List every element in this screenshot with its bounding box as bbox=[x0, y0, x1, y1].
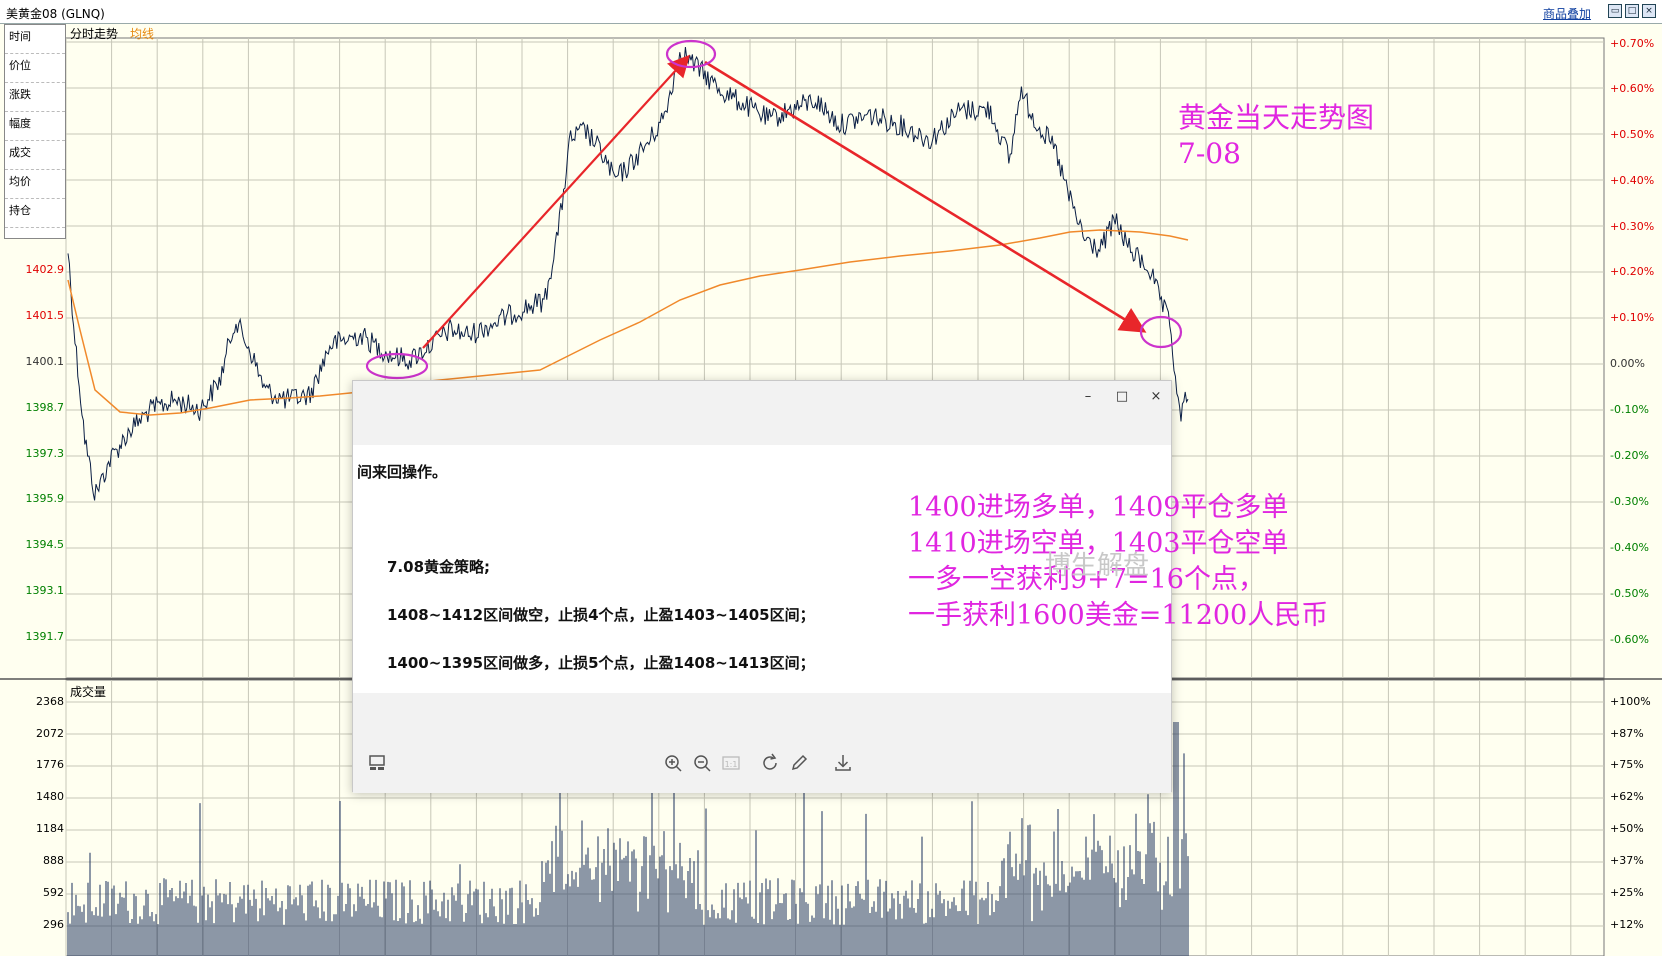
exit-circle-short bbox=[1139, 315, 1183, 349]
volume-tick-label: 1184 bbox=[36, 822, 64, 835]
downtrend-arrow bbox=[704, 60, 1147, 333]
trading-app: { "window": { "title": "美黄金08 (GLNQ)", "… bbox=[0, 0, 1662, 956]
pct-tick-label: -0.20% bbox=[1610, 449, 1649, 462]
volume-pct-label: +87% bbox=[1610, 727, 1644, 740]
volume-pct-label: +75% bbox=[1610, 758, 1644, 771]
price-tick-label: 1402.9 bbox=[25, 263, 65, 276]
price-tick-label: 1400.1 bbox=[25, 355, 65, 368]
price-tick-label: 1398.7 bbox=[25, 401, 65, 414]
pct-tick-label: +0.10% bbox=[1610, 311, 1655, 324]
avg-line-label[interactable]: 均线 bbox=[130, 25, 154, 42]
gallery-icon[interactable] bbox=[365, 751, 389, 775]
exit-circle-peak bbox=[665, 39, 717, 69]
zoom-out-icon[interactable] bbox=[690, 751, 714, 775]
watermark: 博生解盘 bbox=[1045, 551, 1150, 581]
pct-tick-label: -0.40% bbox=[1610, 541, 1649, 554]
volume-tick-label: 296 bbox=[43, 918, 64, 931]
dialog-titlebar: – □ × bbox=[353, 381, 1171, 445]
price-mode-label[interactable]: 分时走势 bbox=[70, 25, 118, 42]
maximize-icon[interactable]: □ bbox=[1105, 385, 1139, 409]
edit-icon[interactable] bbox=[787, 751, 811, 775]
volume-pct-label: +37% bbox=[1610, 854, 1644, 867]
rotate-icon[interactable] bbox=[758, 751, 782, 775]
close-icon[interactable]: × bbox=[1139, 385, 1173, 409]
uptrend-arrow bbox=[422, 54, 690, 349]
pct-tick-label: -0.30% bbox=[1610, 495, 1649, 508]
chart-annotation-title: 黄金当天走势图 7-08 bbox=[1178, 100, 1374, 172]
info-row-time: 时间 bbox=[5, 25, 65, 54]
entry-circle-long bbox=[365, 352, 429, 380]
price-tick-label: 1397.3 bbox=[25, 447, 65, 460]
price-tick-label: 1395.9 bbox=[25, 492, 65, 505]
zoom-in-icon[interactable] bbox=[661, 751, 685, 775]
info-row-volume: 成交 bbox=[5, 141, 65, 170]
volume-tick-label: 2072 bbox=[36, 727, 64, 740]
result-line-4: 一手获利1600美金=11200人民币 bbox=[908, 600, 1329, 631]
annotation-title-line2: 7-08 bbox=[1178, 137, 1241, 170]
price-tick-label: 1401.5 bbox=[25, 309, 65, 322]
dialog-partial-line: 间来回操作。 bbox=[357, 463, 448, 481]
pct-tick-label: +0.40% bbox=[1610, 174, 1655, 187]
pct-tick-label: 0.00% bbox=[1610, 357, 1645, 370]
volume-pct-label: +12% bbox=[1610, 918, 1644, 931]
pct-tick-label: +0.20% bbox=[1610, 265, 1655, 278]
dialog-toolbar-area bbox=[353, 693, 1171, 793]
volume-tick-label: 888 bbox=[43, 854, 64, 867]
pct-tick-label: -0.10% bbox=[1610, 403, 1649, 416]
annotation-title-line1: 黄金当天走势图 bbox=[1178, 101, 1375, 134]
info-row-change: 涨跌 bbox=[5, 83, 65, 112]
pct-tick-label: -0.50% bbox=[1610, 587, 1649, 600]
pct-tick-label: +0.50% bbox=[1610, 128, 1655, 141]
volume-tick-label: 592 bbox=[43, 886, 64, 899]
info-row-oi: 持仓 bbox=[5, 199, 65, 228]
volume-tick-label: 1776 bbox=[36, 758, 64, 771]
volume-tick-label: 2368 bbox=[36, 695, 64, 708]
pct-tick-label: +0.30% bbox=[1610, 220, 1655, 233]
strategy-long: 1400~1395区间做多，止损5个点，止盈1408~1413区间； bbox=[387, 654, 815, 672]
svg-text:1:1: 1:1 bbox=[725, 760, 738, 769]
volume-pct-label: +100% bbox=[1610, 695, 1651, 708]
price-tick-label: 1391.7 bbox=[25, 630, 65, 643]
strategy-title: 7.08黄金策略; bbox=[387, 558, 491, 576]
actual-size-icon[interactable]: 1:1 bbox=[719, 751, 743, 775]
volume-pct-label: +25% bbox=[1610, 886, 1644, 899]
strategy-short: 1408~1412区间做空，止损4个点，止盈1403~1405区间； bbox=[387, 606, 815, 624]
volume-tick-label: 1480 bbox=[36, 790, 64, 803]
price-tick-label: 1393.1 bbox=[25, 584, 65, 597]
volume-label: 成交量 bbox=[70, 685, 107, 699]
info-row-avg: 均价 bbox=[5, 170, 65, 199]
info-panel: 时间 价位 涨跌 幅度 成交 均价 持仓 bbox=[4, 24, 66, 239]
pct-tick-label: +0.70% bbox=[1610, 37, 1655, 50]
pct-tick-label: -0.60% bbox=[1610, 633, 1649, 646]
info-row-price: 价位 bbox=[5, 54, 65, 83]
minimize-icon[interactable]: – bbox=[1071, 385, 1105, 409]
price-tick-label: 1394.5 bbox=[25, 538, 65, 551]
result-line-1: 1400进场多单，1409平仓多单 bbox=[908, 492, 1289, 523]
download-icon[interactable] bbox=[831, 751, 855, 775]
pct-tick-label: +0.60% bbox=[1610, 82, 1655, 95]
info-row-range: 幅度 bbox=[5, 112, 65, 141]
volume-pct-label: +50% bbox=[1610, 822, 1644, 835]
volume-pct-label: +62% bbox=[1610, 790, 1644, 803]
